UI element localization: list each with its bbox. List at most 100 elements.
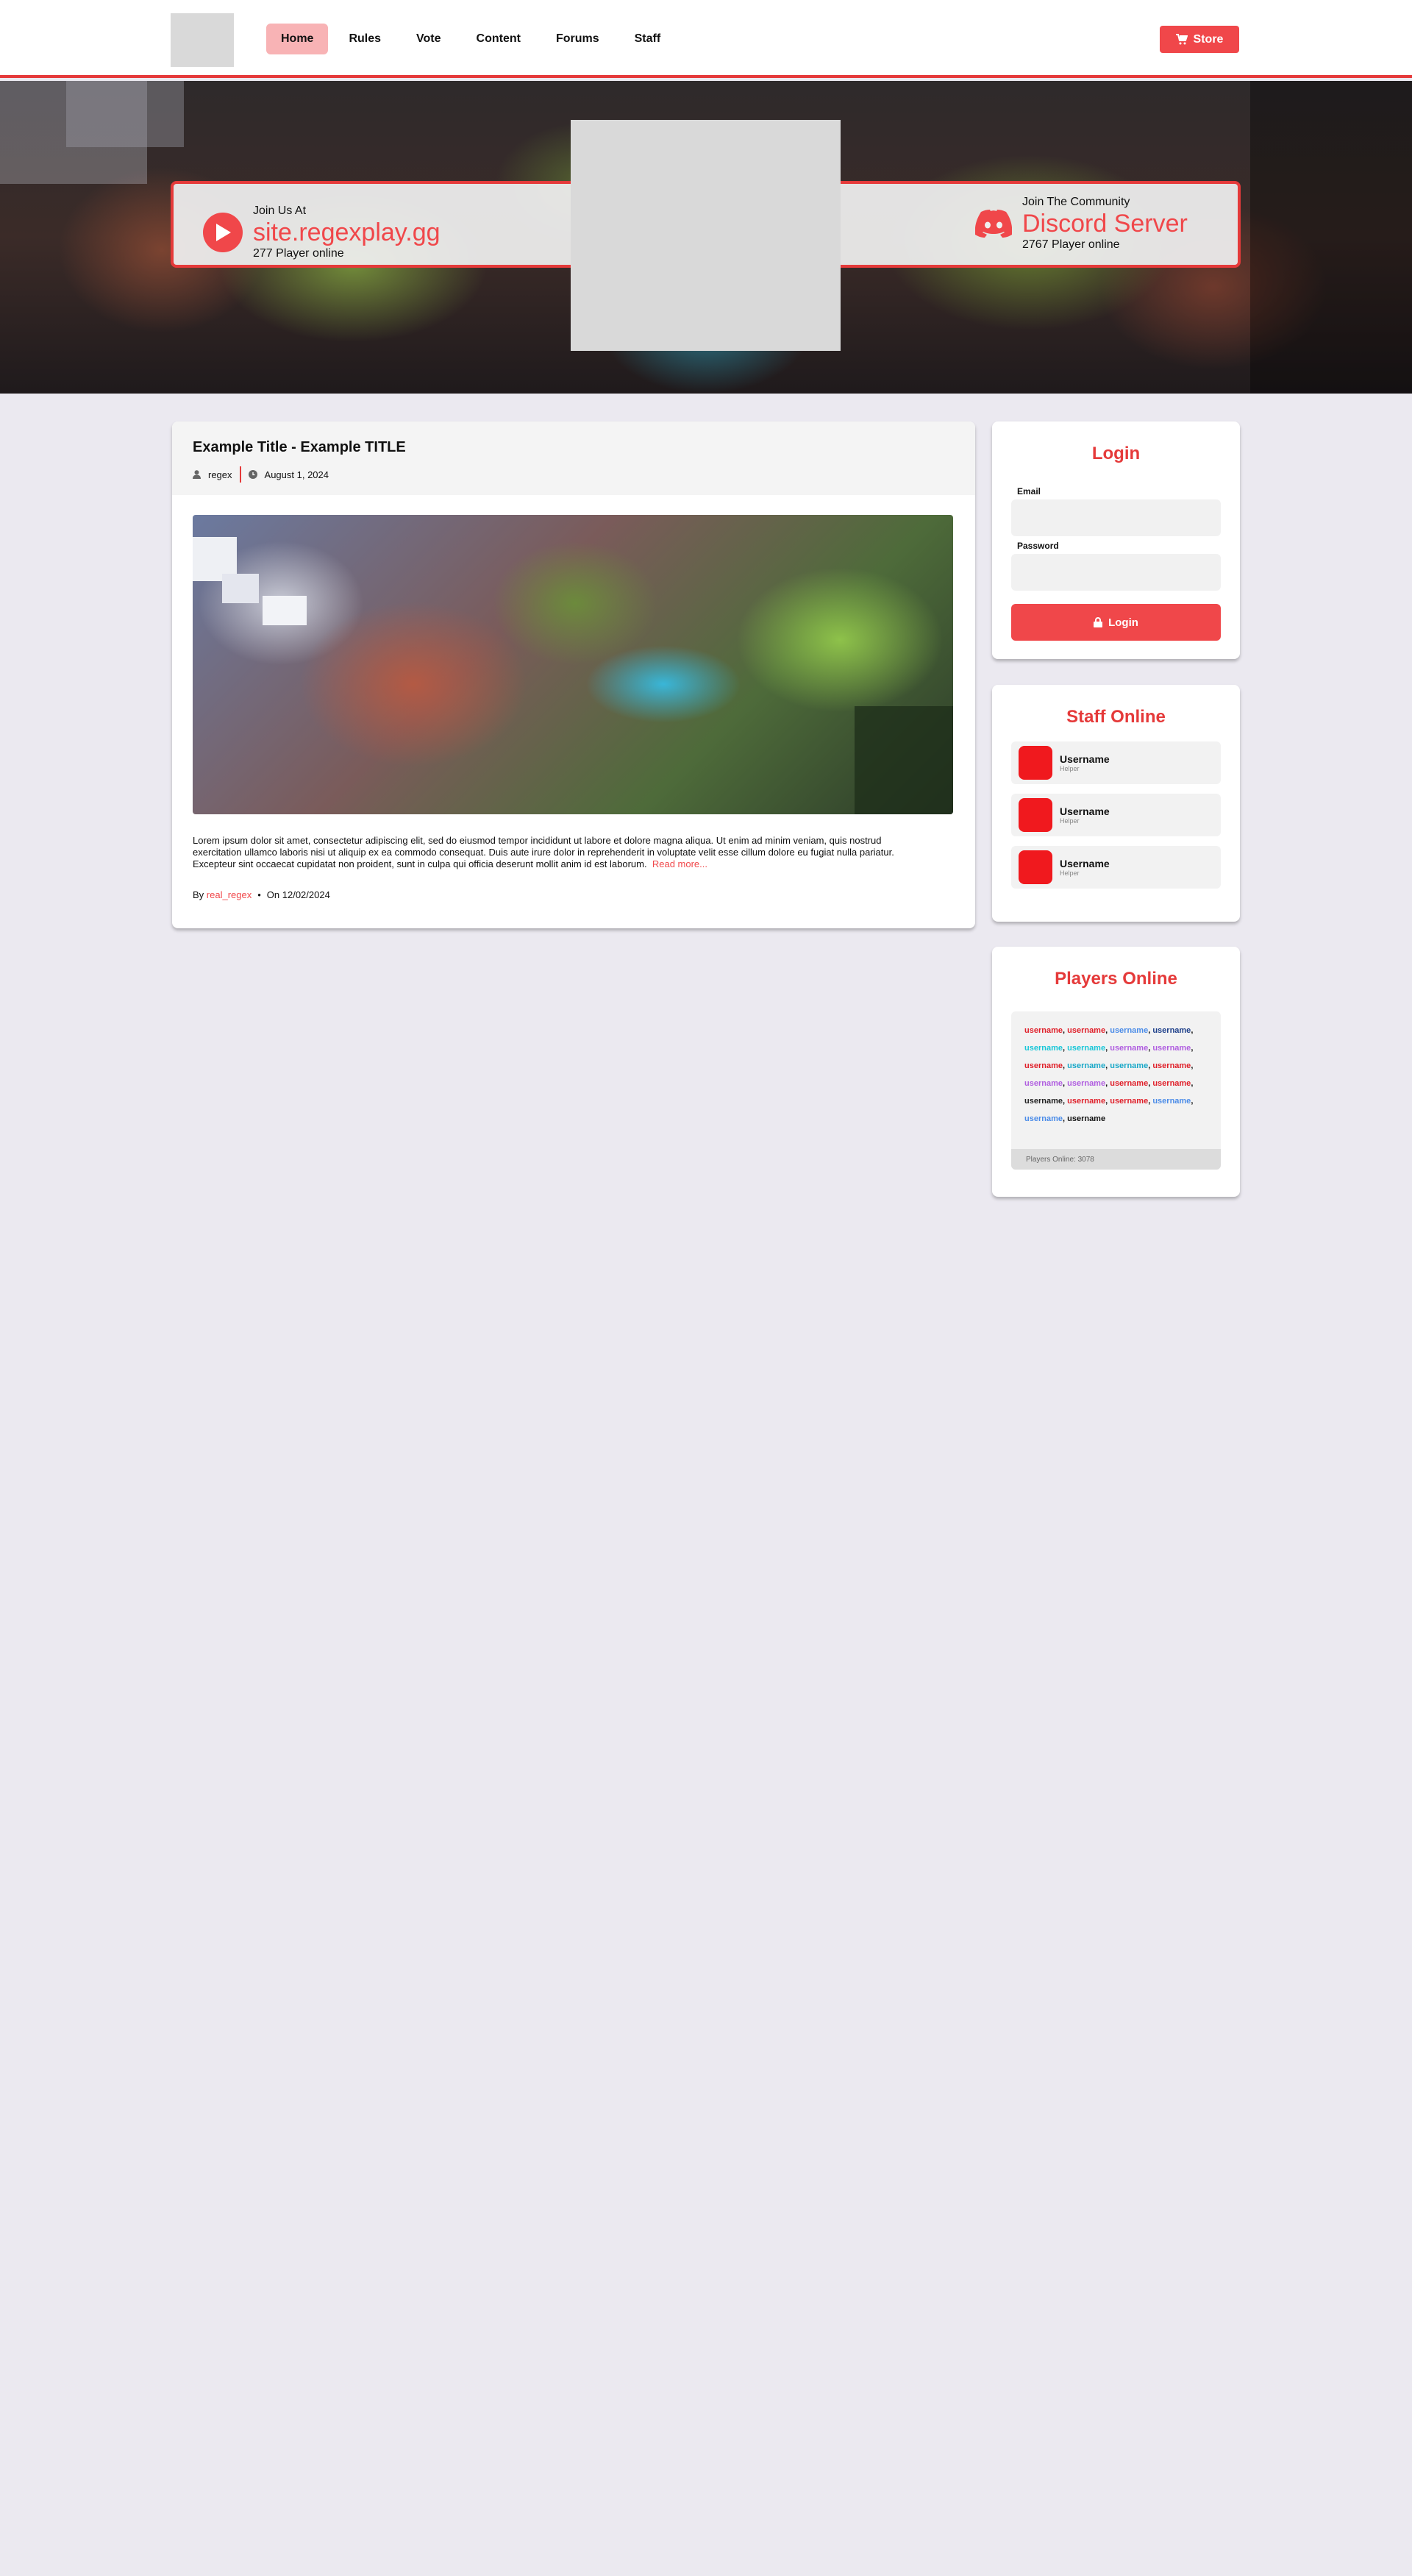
- join-label: Join Us At: [253, 204, 307, 217]
- staff-name: Username: [1060, 805, 1110, 817]
- avatar: [1019, 746, 1052, 780]
- play-icon: [203, 213, 243, 252]
- server-player-count: 277 Player online: [253, 247, 344, 260]
- login-button[interactable]: Login: [1011, 604, 1221, 641]
- join-server[interactable]: Join Us At site.regexplay.gg 277 Player …: [203, 204, 441, 260]
- players-list-box: username, username, username, username, …: [1011, 1011, 1221, 1170]
- join-discord-text: Join The Community Discord Server 2767 P…: [1022, 196, 1188, 252]
- staff-online-card: Staff Online Username Helper Username He…: [992, 685, 1240, 922]
- players-online-card: Players Online username, username, usern…: [992, 947, 1240, 1197]
- avatar: [1019, 798, 1052, 832]
- image-decor-block: [222, 574, 259, 603]
- player-name[interactable]: username: [1152, 1044, 1191, 1053]
- join-discord[interactable]: Join The Community Discord Server 2767 P…: [975, 196, 1188, 252]
- nav-item-forums[interactable]: Forums: [541, 24, 614, 54]
- separator: ,: [1191, 1061, 1194, 1070]
- discord-player-count: 2767 Player online: [1022, 238, 1120, 251]
- login-button-label: Login: [1108, 616, 1138, 629]
- email-label: Email: [1017, 486, 1041, 497]
- player-name[interactable]: username: [1024, 1026, 1063, 1035]
- email-field[interactable]: [1011, 499, 1221, 536]
- discord-title[interactable]: Discord Server: [1022, 209, 1188, 238]
- discord-label: Join The Community: [1022, 196, 1130, 208]
- nav-item-vote[interactable]: Vote: [402, 24, 455, 54]
- staff-member[interactable]: Username Helper: [1011, 741, 1221, 784]
- player-name[interactable]: username: [1024, 1044, 1063, 1053]
- player-name[interactable]: username: [1067, 1097, 1105, 1106]
- player-name[interactable]: username: [1110, 1044, 1148, 1053]
- password-field[interactable]: [1011, 554, 1221, 591]
- nav-item-staff[interactable]: Staff: [620, 24, 676, 54]
- hero-decor-block: [66, 81, 184, 147]
- image-decor-shadow: [855, 706, 953, 814]
- store-button[interactable]: Store: [1160, 26, 1239, 53]
- nav-item-content[interactable]: Content: [462, 24, 535, 54]
- post-body-text: Lorem ipsum dolor sit amet, consectetur …: [193, 835, 894, 869]
- avatar: [1019, 850, 1052, 884]
- staff-member[interactable]: Username Helper: [1011, 794, 1221, 836]
- player-name[interactable]: username: [1067, 1079, 1105, 1088]
- news-post-card: Example Title - Example TITLE regex Augu…: [172, 421, 975, 928]
- staff-member[interactable]: Username Helper: [1011, 846, 1221, 889]
- meta-divider: [239, 466, 241, 483]
- staff-name: Username: [1060, 858, 1110, 869]
- login-card: Login Email Password Login: [992, 421, 1240, 659]
- password-label: Password: [1017, 541, 1059, 551]
- player-name[interactable]: username: [1067, 1061, 1105, 1070]
- image-decor-block: [263, 596, 307, 625]
- player-name[interactable]: username: [1110, 1097, 1148, 1106]
- player-name[interactable]: username: [1152, 1079, 1191, 1088]
- staff-title: Staff Online: [1066, 707, 1166, 727]
- player-name[interactable]: username: [1110, 1079, 1148, 1088]
- player-name[interactable]: username: [1024, 1061, 1063, 1070]
- post-author[interactable]: regex: [208, 469, 232, 480]
- nav-item-rules[interactable]: Rules: [334, 24, 396, 54]
- join-server-text: Join Us At site.regexplay.gg 277 Player …: [253, 204, 441, 260]
- player-name[interactable]: username: [1152, 1061, 1191, 1070]
- discord-icon: [975, 210, 1012, 238]
- player-name[interactable]: username: [1024, 1114, 1063, 1123]
- user-icon: [193, 470, 201, 479]
- player-name[interactable]: username: [1110, 1061, 1148, 1070]
- player-name[interactable]: username: [1110, 1026, 1148, 1035]
- player-name[interactable]: username: [1067, 1114, 1105, 1123]
- post-header: Example Title - Example TITLE regex Augu…: [172, 421, 975, 495]
- separator: ,: [1191, 1044, 1194, 1053]
- separator: ,: [1191, 1026, 1194, 1035]
- player-name[interactable]: username: [1152, 1026, 1191, 1035]
- player-name[interactable]: username: [1024, 1097, 1063, 1106]
- nav-links: Home Rules Vote Content Forums Staff: [266, 24, 675, 54]
- footer-by: By real_regex: [193, 889, 252, 900]
- player-name[interactable]: username: [1024, 1079, 1063, 1088]
- players-list: username, username, username, username, …: [1011, 1011, 1221, 1138]
- separator: ,: [1191, 1097, 1194, 1106]
- top-navbar: Home Rules Vote Content Forums Staff Sto…: [0, 0, 1412, 78]
- staff-role: Helper: [1060, 817, 1080, 825]
- hero-decor-shadow: [1250, 81, 1412, 394]
- staff-member-info: Username Helper: [1060, 858, 1110, 877]
- post-meta: regex August 1, 2024: [193, 466, 955, 483]
- staff-role: Helper: [1060, 765, 1080, 772]
- player-name[interactable]: username: [1067, 1044, 1105, 1053]
- player-name[interactable]: username: [1152, 1097, 1191, 1106]
- post-excerpt: Lorem ipsum dolor sit amet, consectetur …: [193, 835, 913, 870]
- read-more-link[interactable]: Read more...: [652, 858, 707, 869]
- lock-icon: [1094, 617, 1103, 627]
- hero-logo-placeholder: [571, 120, 841, 351]
- site-logo[interactable]: [171, 13, 234, 67]
- post-footer: By real_regex • On 12/02/2024: [193, 889, 330, 900]
- post-date: August 1, 2024: [264, 469, 329, 480]
- staff-member-info: Username Helper: [1060, 753, 1110, 772]
- staff-member-info: Username Helper: [1060, 805, 1110, 825]
- footer-bullet: •: [257, 889, 261, 900]
- nav-item-home[interactable]: Home: [266, 24, 329, 54]
- footer-date: On 12/02/2024: [266, 889, 330, 900]
- post-title[interactable]: Example Title - Example TITLE: [193, 439, 955, 456]
- server-address[interactable]: site.regexplay.gg: [253, 218, 441, 247]
- login-title: Login: [1091, 444, 1141, 463]
- player-name[interactable]: username: [1067, 1026, 1105, 1035]
- footer-author-link[interactable]: real_regex: [207, 889, 252, 900]
- separator: ,: [1191, 1079, 1194, 1088]
- cart-icon: [1175, 34, 1188, 45]
- players-title: Players Online: [1055, 969, 1177, 989]
